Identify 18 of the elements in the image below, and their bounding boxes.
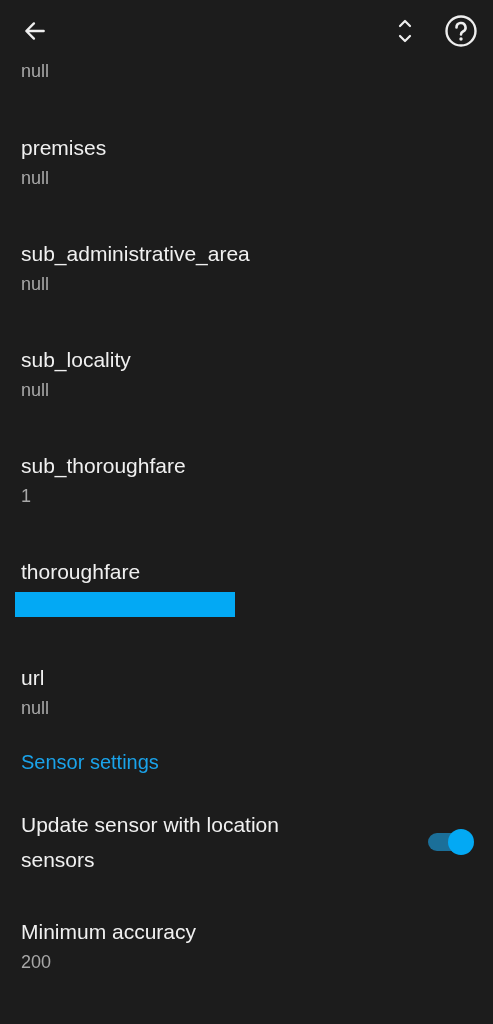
item-title: url [21,665,46,691]
item-title: thoroughfare [21,559,142,585]
setting-title: Update sensor with location sensors [21,812,280,873]
item-title: sub_administrative_area [21,241,251,268]
item-title: sub_locality [21,347,132,374]
item-value: 1 [21,485,32,508]
section-header: Sensor settings [20,750,160,775]
item-value: null [21,379,51,402]
item-value: null [21,697,51,720]
expand-icon[interactable] [398,18,412,44]
setting-title: Minimum accuracy [21,919,197,945]
item-value: null [21,273,51,296]
help-icon[interactable] [444,14,478,48]
item-value: null [21,167,51,190]
setting-value: 200 [21,951,53,974]
item-title: premises [21,135,108,161]
item-value: null [21,60,50,83]
item-title: sub_thoroughfare [21,453,187,480]
